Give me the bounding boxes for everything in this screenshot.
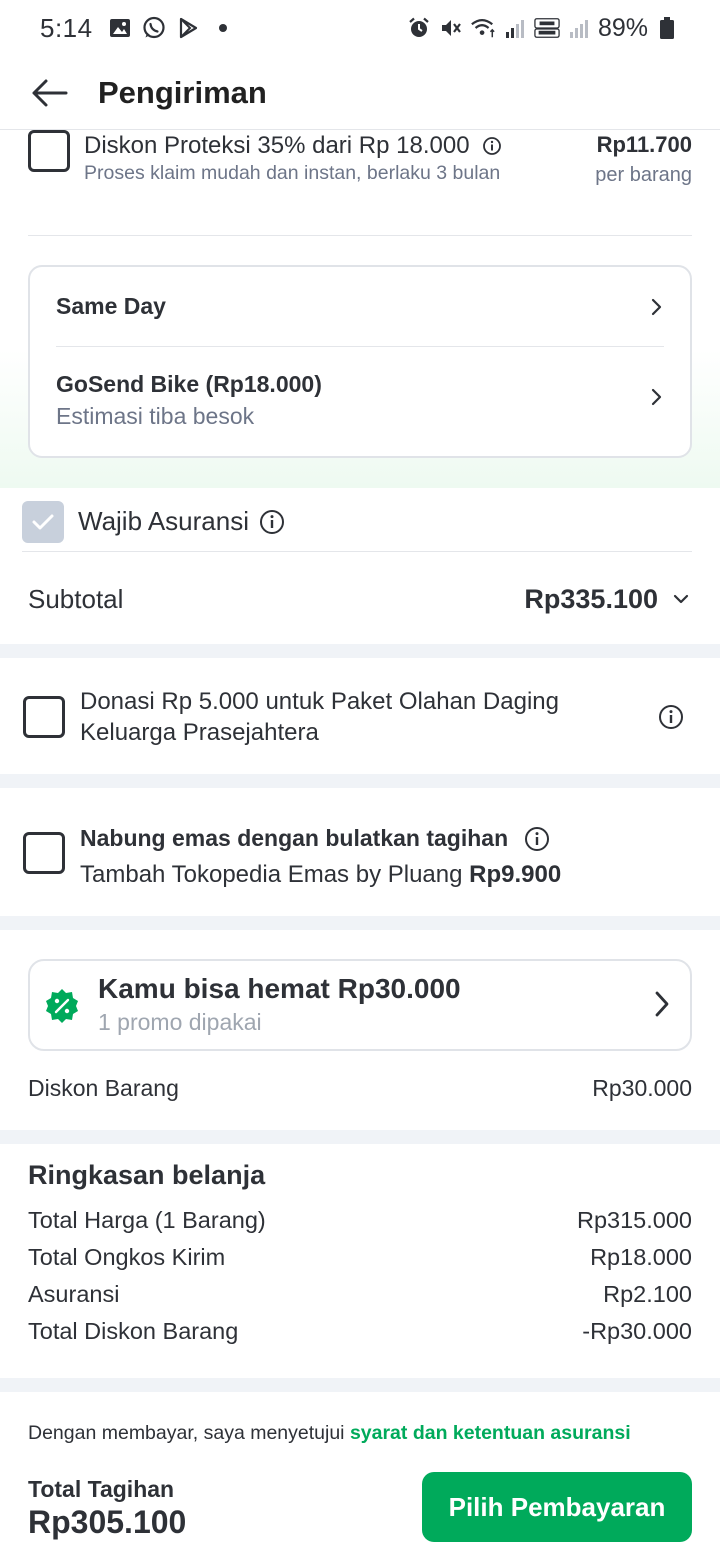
- insurance-checkbox[interactable]: [22, 500, 64, 543]
- choose-payment-button[interactable]: Pilih Pembayaran: [422, 1472, 692, 1542]
- play-store-icon: [175, 15, 201, 41]
- notification-icons: [107, 15, 227, 41]
- protection-subtitle: Proses klaim mudah dan instan, berlaku 3…: [84, 162, 501, 184]
- subtotal-row[interactable]: Subtotal Rp335.100: [28, 554, 692, 644]
- insurance-terms-link[interactable]: syarat dan ketentuan asuransi: [350, 1422, 631, 1444]
- protection-checkbox[interactable]: [28, 130, 70, 172]
- gold-checkbox[interactable]: [23, 832, 65, 874]
- item-discount-row: Diskon Barang Rp30.000: [28, 1066, 692, 1110]
- gold-title: Nabung emas dengan bulatkan tagihan: [80, 825, 550, 852]
- delivery-estimate: Estimasi tiba besok: [56, 403, 255, 429]
- courier-name: GoSend Bike (Rp18.000): [56, 371, 322, 397]
- shipping-service-selector[interactable]: Same Day: [56, 267, 664, 347]
- total-bill-label: Total Tagihan: [28, 1476, 175, 1502]
- donation-option: Donasi Rp 5.000 untuk Paket Olahan Dagin…: [0, 658, 720, 774]
- volte-icon: [534, 15, 560, 41]
- section-divider: [0, 1130, 720, 1144]
- summary-row: Total Ongkos Kirim Rp18.000: [28, 1244, 692, 1270]
- insurance-row: Wajib Asuransi: [22, 492, 692, 552]
- back-arrow-icon[interactable]: [24, 68, 74, 118]
- shipping-service: Same Day: [56, 293, 166, 319]
- whatsapp-icon: [141, 15, 167, 41]
- signal-icon: [502, 15, 528, 41]
- summary-row: Total Diskon Barang -Rp30.000: [28, 1318, 692, 1344]
- total-bill-value: Rp305.100: [28, 1504, 187, 1540]
- shipping-card: Same Day GoSend Bike (Rp18.000) Estimasi…: [28, 265, 692, 458]
- chevron-right-icon: [650, 297, 664, 317]
- battery-icon: [654, 15, 680, 41]
- subtotal-value: Rp335.100: [524, 583, 658, 614]
- insurance-info-icon[interactable]: [259, 509, 285, 535]
- insurance-label: Wajib Asuransi: [78, 506, 249, 536]
- gold-subtitle: Tambah Tokopedia Emas by Pluang Rp9.900: [80, 861, 562, 888]
- status-bar: 5:14 89%: [0, 0, 720, 56]
- chevron-right-icon: [650, 387, 664, 407]
- summary-row: Total Harga (1 Barang) Rp315.000: [28, 1207, 692, 1233]
- summary-row: Asuransi Rp2.100: [28, 1281, 692, 1307]
- battery-percent: 89%: [597, 13, 648, 42]
- wifi-icon: [470, 15, 496, 41]
- item-discount-label: Diskon Barang: [28, 1074, 179, 1101]
- protection-unit: per barang: [595, 164, 692, 186]
- discount-badge-icon: [44, 988, 80, 1029]
- promo-card[interactable]: Kamu bisa hemat Rp30.000 1 promo dipakai: [28, 959, 692, 1051]
- signal-2-icon: [566, 15, 592, 41]
- mute-icon: [438, 15, 464, 41]
- terms-text: Dengan membayar, saya menyetujui syarat …: [28, 1422, 631, 1444]
- donation-info-icon[interactable]: [658, 704, 684, 730]
- gold-amount: Rp9.900: [469, 861, 562, 888]
- order-summary: Ringkasan belanja Total Harga (1 Barang)…: [28, 1160, 692, 1350]
- donation-checkbox[interactable]: [23, 696, 65, 738]
- checkout-footer: Dengan membayar, saya menyetujui syarat …: [0, 1392, 720, 1560]
- subtotal-label: Subtotal: [28, 583, 124, 614]
- gold-savings-option: Nabung emas dengan bulatkan tagihan Tamb…: [0, 788, 720, 916]
- gold-info-icon[interactable]: [524, 826, 550, 852]
- chevron-down-icon: [672, 592, 690, 606]
- promo-title: Kamu bisa hemat Rp30.000: [98, 973, 461, 1004]
- system-icons: 89%: [406, 14, 680, 43]
- section-divider: [0, 774, 720, 788]
- alarm-icon: [406, 15, 432, 41]
- protection-title: Diskon Proteksi 35% dari Rp 18.000: [84, 132, 502, 160]
- courier-selector[interactable]: GoSend Bike (Rp18.000) Estimasi tiba bes…: [56, 347, 664, 457]
- section-divider: [0, 1378, 720, 1392]
- summary-heading: Ringkasan belanja: [28, 1160, 266, 1190]
- gallery-icon: [107, 15, 133, 41]
- more-notifications-dot: [218, 24, 227, 32]
- promo-subtitle: 1 promo dipakai: [98, 1009, 262, 1035]
- protection-info-icon[interactable]: [482, 136, 502, 156]
- section-divider: [0, 916, 720, 930]
- donation-text: Donasi Rp 5.000 untuk Paket Olahan Dagin…: [80, 688, 559, 746]
- status-time: 5:14: [40, 12, 93, 43]
- section-divider: [0, 644, 720, 658]
- page-title: Pengiriman: [98, 74, 267, 110]
- protection-option: Diskon Proteksi 35% dari Rp 18.000 Prose…: [28, 128, 692, 236]
- chevron-right-icon: [652, 989, 672, 1024]
- protection-price: Rp11.700: [596, 132, 692, 157]
- app-bar: Pengiriman: [0, 56, 720, 130]
- item-discount-value: Rp30.000: [592, 1074, 692, 1101]
